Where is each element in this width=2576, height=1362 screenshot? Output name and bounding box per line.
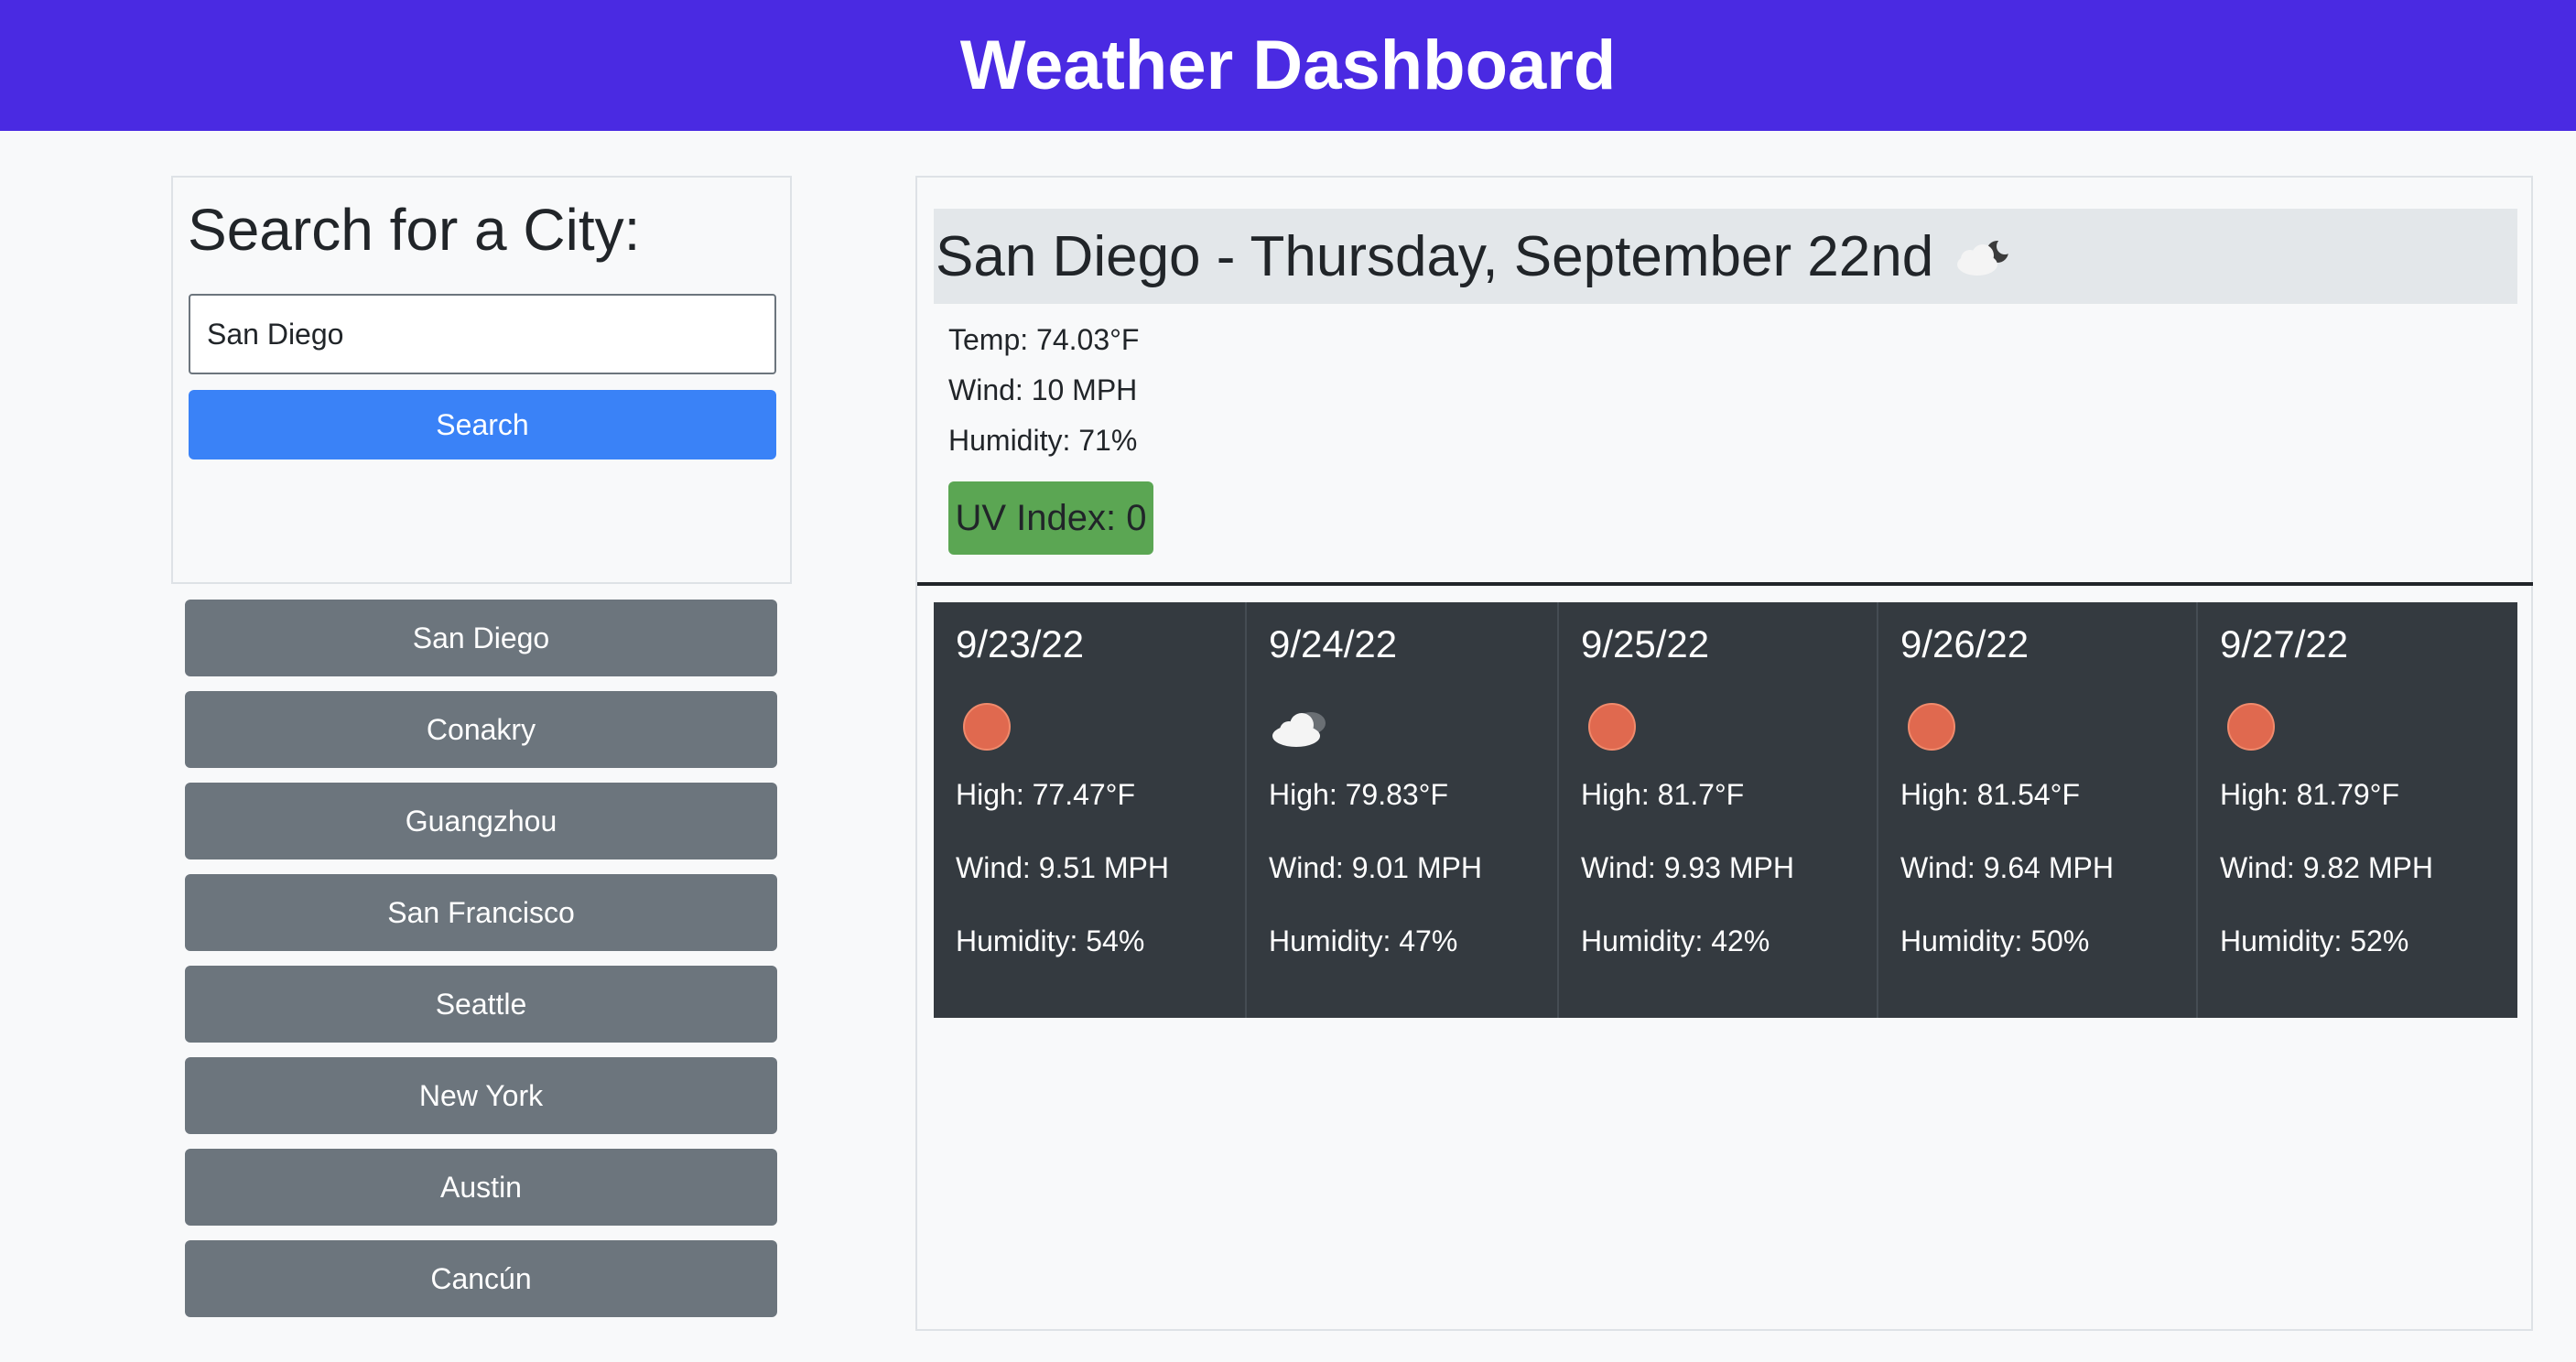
forecast-date: 9/26/22 bbox=[1900, 622, 2029, 665]
forecast-card: 9/27/22 High: 81.79°F Wind: 9.82 MPH Hum… bbox=[2198, 602, 2517, 1018]
current-humidity: Humidity: 71% bbox=[948, 424, 1138, 457]
forecast-high: High: 79.83°F bbox=[1269, 778, 1449, 811]
page-header: Weather Dashboard bbox=[0, 0, 2576, 131]
history-button[interactable]: Guangzhou bbox=[185, 783, 777, 859]
history-button[interactable]: Austin bbox=[185, 1149, 777, 1226]
forecast-card: 9/26/22 High: 81.54°F Wind: 9.64 MPH Hum… bbox=[1878, 602, 2198, 1018]
search-title: Search for a City: bbox=[188, 197, 641, 263]
uv-index-badge: UV Index: 0 bbox=[948, 481, 1153, 555]
history-button[interactable]: Cancún bbox=[185, 1240, 777, 1317]
forecast-date: 9/24/22 bbox=[1269, 622, 1398, 665]
history-button[interactable]: Seattle bbox=[185, 966, 777, 1043]
history-button[interactable]: New York bbox=[185, 1057, 777, 1134]
forecast-wind: Wind: 9.01 MPH bbox=[1269, 851, 1482, 884]
current-weather-header: San Diego - Thursday, September 22nd bbox=[934, 209, 2517, 304]
sun-icon bbox=[1588, 703, 1636, 751]
forecast-humidity: Humidity: 52% bbox=[2220, 924, 2409, 957]
current-temp: Temp: 74.03°F bbox=[948, 323, 1140, 356]
search-button[interactable]: Search bbox=[189, 390, 776, 459]
forecast-card: 9/23/22 High: 77.47°F Wind: 9.51 MPH Hum… bbox=[934, 602, 1247, 1018]
forecast-humidity: Humidity: 42% bbox=[1581, 924, 1770, 957]
forecast-card: 9/25/22 High: 81.7°F Wind: 9.93 MPH Humi… bbox=[1559, 602, 1878, 1018]
section-divider bbox=[917, 582, 2533, 586]
current-weather-stats: Temp: 74.03°F Wind: 10 MPH Humidity: 71% bbox=[948, 315, 1139, 466]
forecast-wind: Wind: 9.82 MPH bbox=[2220, 851, 2433, 884]
forecast-high: High: 77.47°F bbox=[956, 778, 1136, 811]
forecast-humidity: Humidity: 50% bbox=[1900, 924, 2090, 957]
history-button[interactable]: Conakry bbox=[185, 691, 777, 768]
weather-panel: San Diego - Thursday, September 22nd Tem… bbox=[915, 176, 2533, 1331]
forecast-high: High: 81.7°F bbox=[1581, 778, 1745, 811]
cloud-icon bbox=[1272, 712, 1326, 747]
forecast-date: 9/25/22 bbox=[1581, 622, 1710, 665]
current-weather-title: San Diego - Thursday, September 22nd bbox=[936, 224, 1934, 288]
forecast-date: 9/27/22 bbox=[2220, 622, 2349, 665]
history-button[interactable]: San Diego bbox=[185, 600, 777, 676]
forecast-humidity: Humidity: 47% bbox=[1269, 924, 1458, 957]
forecast-card: 9/24/22 High: 79.83°F Wind: 9.01 MPH Hum… bbox=[1247, 602, 1559, 1018]
search-history-list: San Diego Conakry Guangzhou San Francisc… bbox=[185, 600, 777, 1332]
sun-icon bbox=[963, 703, 1011, 751]
search-panel: Search for a City: Search bbox=[171, 176, 792, 584]
forecast-high: High: 81.79°F bbox=[2220, 778, 2400, 811]
five-day-forecast: 9/23/22 High: 77.47°F Wind: 9.51 MPH Hum… bbox=[934, 602, 2517, 1018]
forecast-wind: Wind: 9.64 MPH bbox=[1900, 851, 2114, 884]
city-search-input[interactable] bbox=[189, 294, 776, 374]
history-button[interactable]: San Francisco bbox=[185, 874, 777, 951]
current-wind: Wind: 10 MPH bbox=[948, 373, 1138, 406]
forecast-high: High: 81.54°F bbox=[1900, 778, 2081, 811]
sun-icon bbox=[1908, 703, 1955, 751]
forecast-date: 9/23/22 bbox=[956, 622, 1085, 665]
page-title: Weather Dashboard bbox=[959, 27, 1617, 104]
partly-cloudy-night-icon bbox=[1957, 238, 2014, 276]
forecast-humidity: Humidity: 54% bbox=[956, 924, 1145, 957]
sun-icon bbox=[2227, 703, 2275, 751]
forecast-wind: Wind: 9.51 MPH bbox=[956, 851, 1169, 884]
forecast-wind: Wind: 9.93 MPH bbox=[1581, 851, 1794, 884]
